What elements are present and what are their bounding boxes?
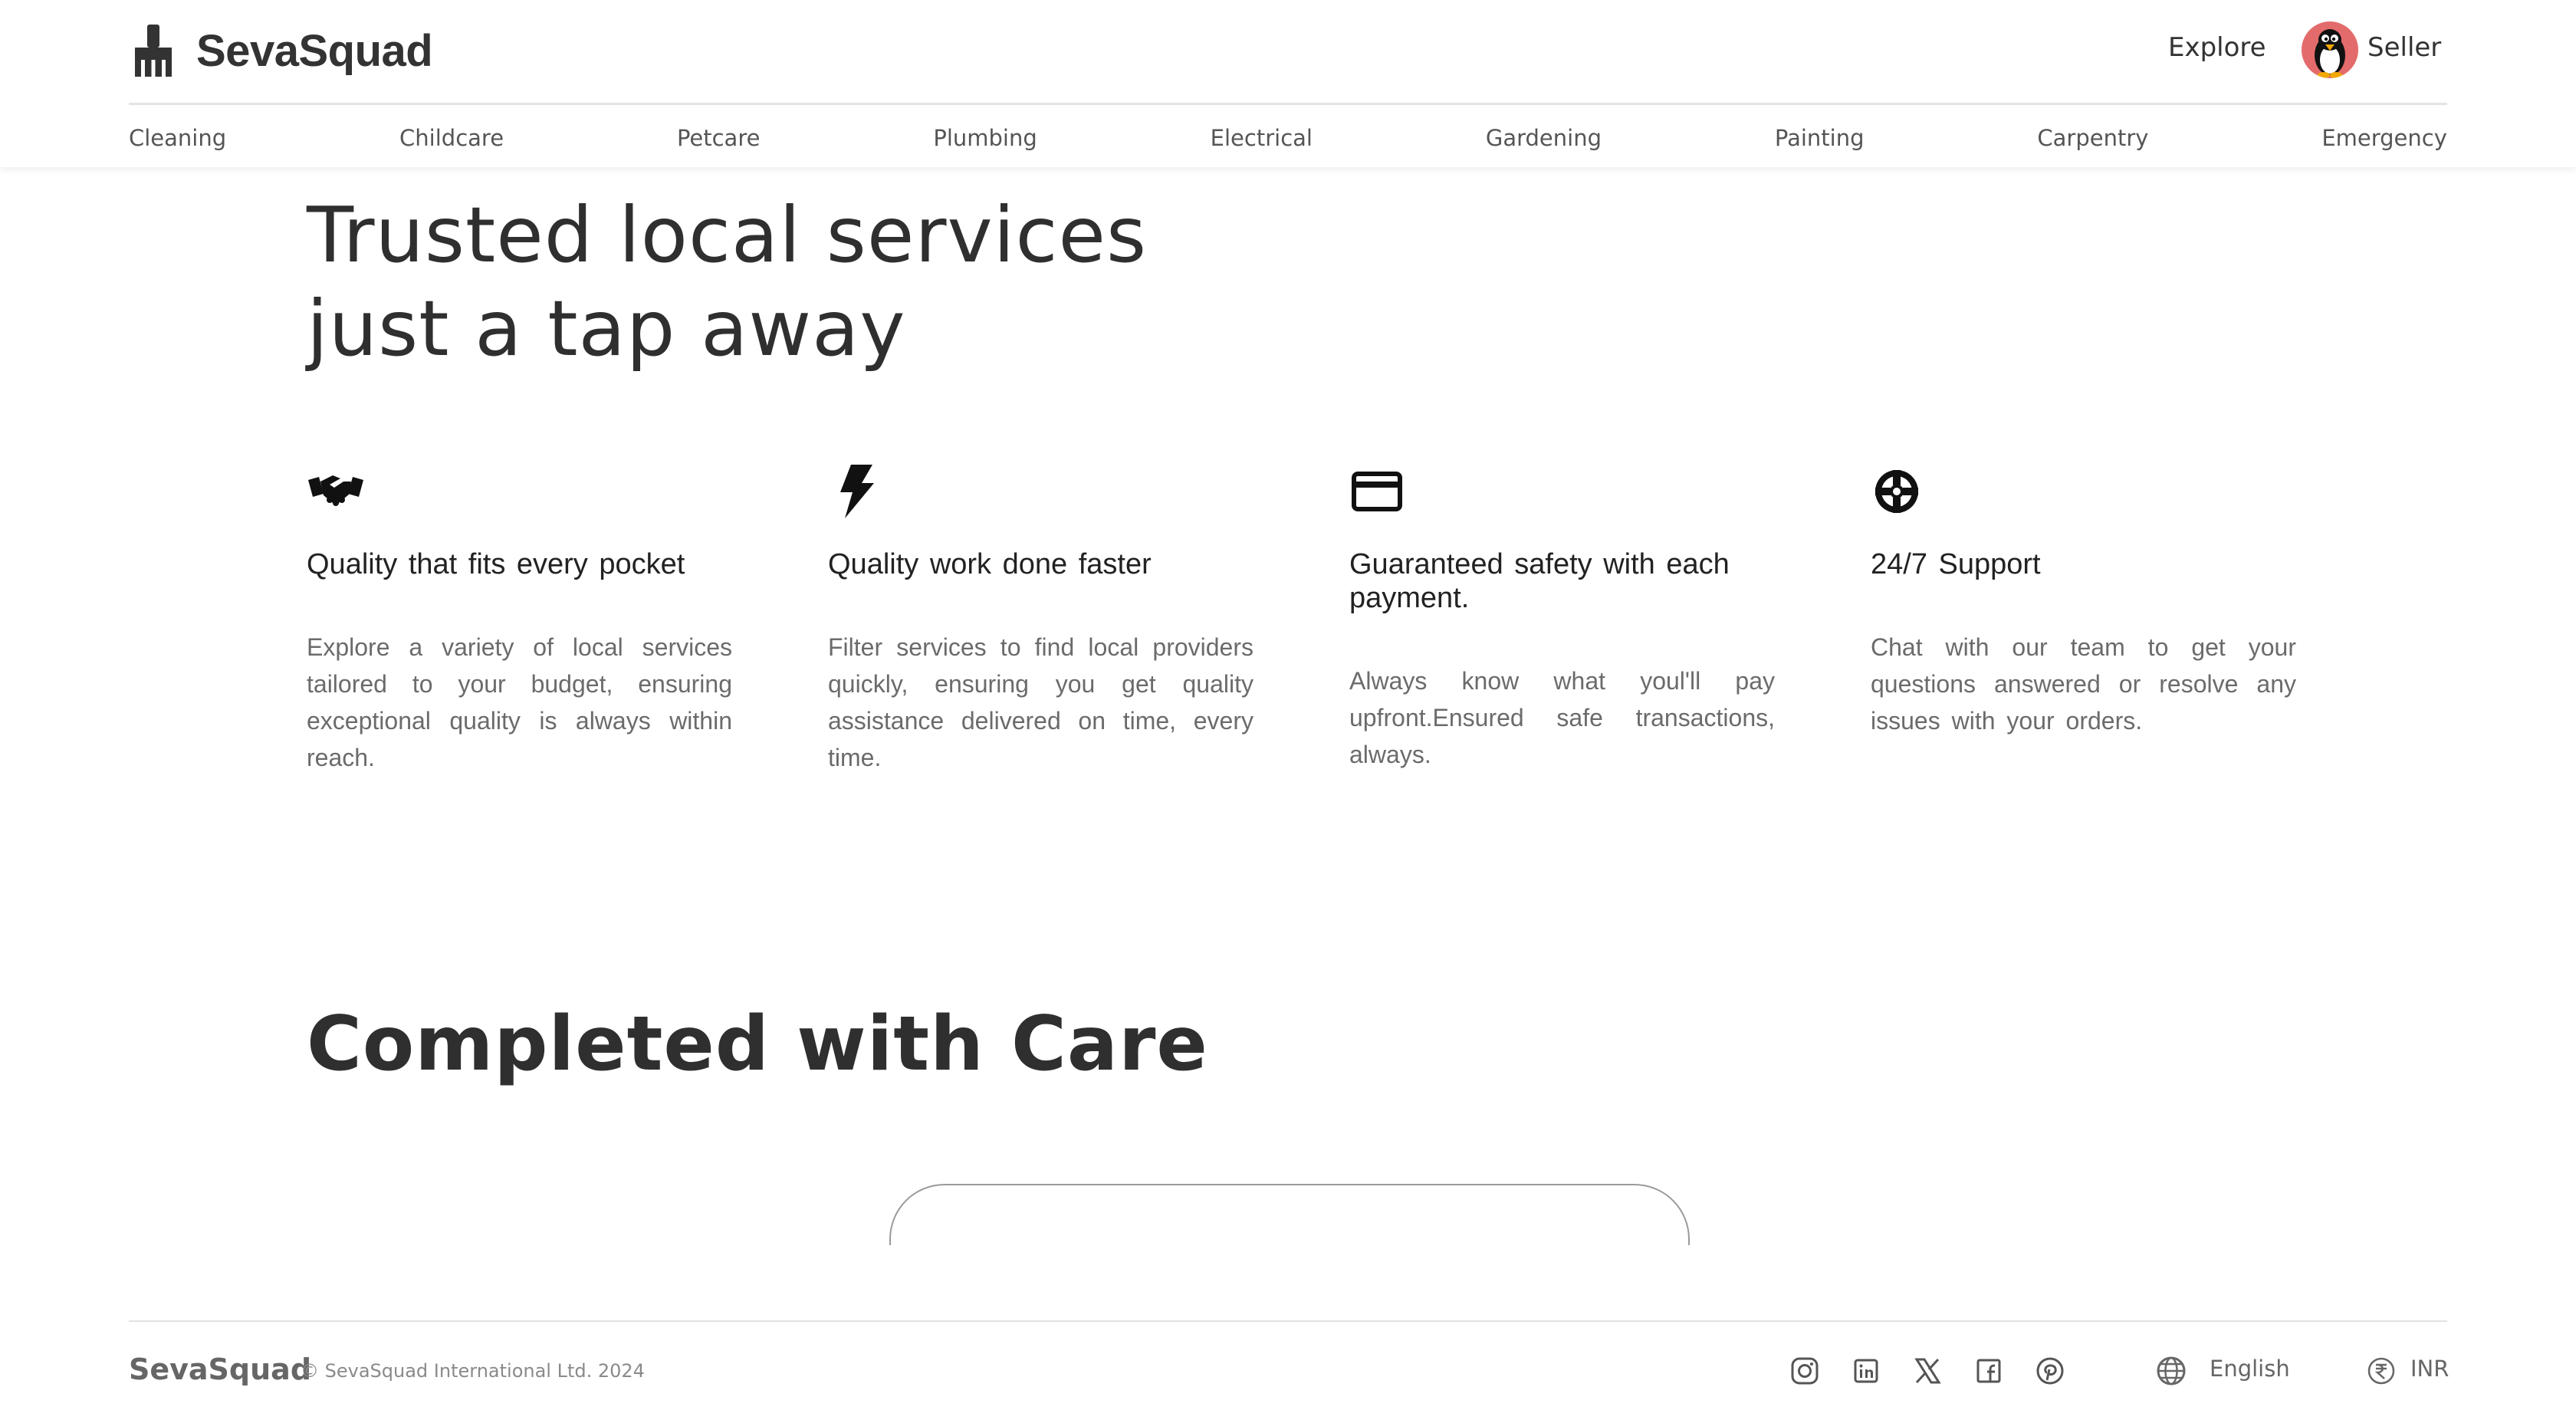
- x-twitter-icon[interactable]: [1911, 1354, 1944, 1388]
- hero-title: Trusted local services just a tap away: [307, 189, 1147, 376]
- category-nav: Cleaning Childcare Petcare Plumbing Elec…: [129, 123, 2447, 153]
- facebook-icon[interactable]: [1972, 1354, 2006, 1388]
- category-cleaning[interactable]: Cleaning: [129, 125, 226, 151]
- feature-description: Explore a variety of local services tail…: [307, 633, 732, 771]
- category-carpentry[interactable]: Carpentry: [2037, 125, 2148, 151]
- site-header: SevaSquad Explore Seller Cleaning Childc…: [0, 0, 2576, 167]
- footer-divider: [129, 1320, 2447, 1322]
- care-section-title: Completed with Care: [307, 1001, 1208, 1088]
- feature-description: Filter services to find local providers …: [828, 633, 1254, 771]
- hero-title-line-1: Trusted local services: [307, 190, 1148, 280]
- feature-description: Chat with our team to get your questions…: [1871, 633, 2296, 735]
- feature-safe-payment: Guaranteed safety with each payment. Alw…: [1349, 465, 1775, 768]
- credit-card-icon: [1352, 472, 1402, 511]
- feature-title: Quality work done faster: [828, 548, 1152, 580]
- category-plumbing[interactable]: Plumbing: [933, 125, 1037, 151]
- language-selector[interactable]: English: [2210, 1356, 2290, 1382]
- feature-title: Guaranteed safety with each payment.: [1349, 548, 1730, 614]
- brand-name: SevaSquad: [196, 25, 433, 76]
- handshake-icon: [308, 475, 363, 506]
- category-electrical[interactable]: Electrical: [1211, 125, 1313, 151]
- feature-title: Quality that fits every pocket: [307, 548, 685, 580]
- feature-description: Always know what youl'll pay upfront.Ens…: [1349, 667, 1775, 768]
- seller-link[interactable]: Seller: [2367, 32, 2441, 63]
- category-emergency[interactable]: Emergency: [2321, 125, 2447, 151]
- feature-fast: Quality work done faster Filter services…: [828, 465, 1254, 771]
- footer-copyright: © SevaSquad International Ltd. 2024: [301, 1360, 645, 1382]
- category-painting[interactable]: Painting: [1775, 125, 1865, 151]
- currency-selector[interactable]: INR: [2410, 1356, 2449, 1382]
- explore-link[interactable]: Explore: [2168, 32, 2266, 63]
- feature-title: 24/7 Support: [1871, 548, 2041, 580]
- hero-title-line-2: just a tap away: [307, 284, 906, 373]
- footer-brand: SevaSquad: [129, 1353, 312, 1386]
- penguin-avatar-icon: [2315, 29, 2345, 78]
- category-gardening[interactable]: Gardening: [1486, 125, 1602, 151]
- instagram-icon[interactable]: [1788, 1354, 1822, 1388]
- lightning-bolt-icon: [840, 465, 874, 518]
- rupee-icon[interactable]: [2366, 1356, 2397, 1386]
- globe-icon[interactable]: [2154, 1354, 2188, 1388]
- feature-affordable: Quality that fits every pocket Explore a…: [307, 465, 732, 771]
- header-divider: [129, 103, 2447, 105]
- lifebuoy-icon: [1875, 470, 1918, 513]
- seller-avatar[interactable]: [2302, 21, 2358, 78]
- linkedin-icon[interactable]: [1849, 1354, 1883, 1388]
- broom-icon: [135, 25, 172, 77]
- feature-support: 24/7 Support Chat with our team to get y…: [1871, 465, 2296, 735]
- category-childcare[interactable]: Childcare: [399, 125, 504, 151]
- category-petcare[interactable]: Petcare: [677, 125, 761, 151]
- brand-logo[interactable]: SevaSquad: [129, 23, 433, 78]
- care-carousel-card[interactable]: [889, 1184, 1690, 1245]
- pinterest-icon[interactable]: [2033, 1354, 2067, 1388]
